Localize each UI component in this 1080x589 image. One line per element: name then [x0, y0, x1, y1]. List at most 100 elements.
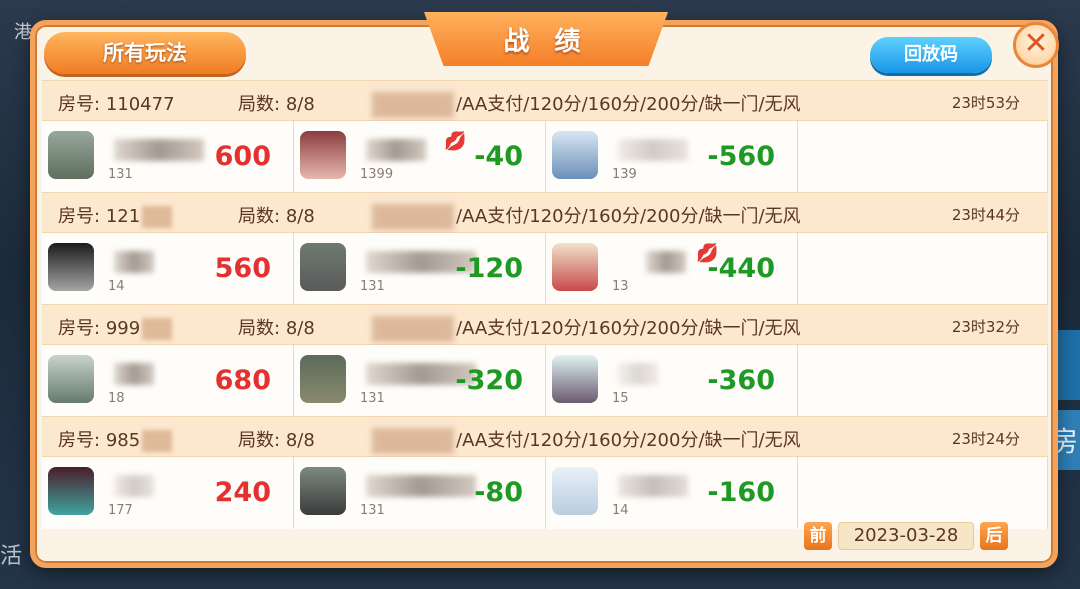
room-number: 房号: 999: [58, 314, 173, 340]
player-score: -320: [455, 365, 523, 396]
blurred-mode-name: [372, 92, 454, 118]
prev-date-button[interactable]: 前: [804, 522, 832, 550]
players-row: 131 600 💋 1399 -40 139 -560: [42, 120, 1048, 193]
player-card[interactable]: 15 -360: [546, 345, 798, 417]
player-id: 177: [108, 503, 133, 518]
blurred-mode-name: [372, 316, 454, 342]
players-row: 177 240 131 -80 14 -160: [42, 456, 1048, 529]
blurred-player-name: [114, 363, 154, 385]
player-score: -120: [455, 253, 523, 284]
avatar: [48, 355, 94, 403]
player-score: 600: [214, 141, 271, 172]
player-card[interactable]: 131 -120: [294, 233, 546, 305]
player-id: 18: [108, 391, 125, 406]
player-score: -360: [707, 365, 775, 396]
avatar: [300, 467, 346, 515]
blurred-room-digits: [142, 318, 173, 340]
blurred-player-name: [618, 363, 658, 385]
player-score: -440: [707, 253, 775, 284]
player-id: 131: [360, 503, 385, 518]
next-date-button[interactable]: 后: [980, 522, 1008, 550]
round-header: 房号: 110477 局数: 8/8 /AA支付/120分/160分/200分/…: [42, 80, 1048, 120]
avatar: [300, 355, 346, 403]
empty-seat: [798, 233, 1048, 305]
blurred-player-name: [114, 139, 204, 161]
player-card[interactable]: 18 680: [42, 345, 294, 417]
player-card[interactable]: 💋 13 -440: [546, 233, 798, 305]
round-time: 23时44分: [951, 206, 1020, 224]
round-header: 房号: 121 局数: 8/8 /AA支付/120分/160分/200分/缺一门…: [42, 192, 1048, 232]
blurred-player-name: [366, 475, 476, 497]
room-number: 房号: 985: [58, 426, 173, 452]
blurred-room-digits: [142, 430, 173, 452]
close-icon[interactable]: ✕: [1013, 22, 1059, 68]
rules-text: /AA支付/120分/160分/200分/缺一门/无风: [372, 202, 801, 230]
player-id: 1399: [360, 167, 394, 182]
player-score: -160: [707, 477, 775, 508]
avatar: [552, 131, 598, 179]
player-id: 13: [612, 279, 629, 294]
empty-seat: [798, 345, 1048, 417]
player-id: 15: [612, 391, 629, 406]
round-header: 房号: 999 局数: 8/8 /AA支付/120分/160分/200分/缺一门…: [42, 304, 1048, 344]
player-score: 680: [214, 365, 271, 396]
avatar: [48, 131, 94, 179]
player-card[interactable]: 131 -320: [294, 345, 546, 417]
avatar: [300, 243, 346, 291]
background-text-bottom: 活: [0, 544, 23, 569]
avatar: [552, 243, 598, 291]
games-count: 局数: 8/8: [238, 318, 315, 339]
round-time: 23时53分: [951, 94, 1020, 112]
blurred-player-name: [618, 139, 688, 161]
room-number: 房号: 110477: [58, 94, 175, 115]
blurred-player-name: [114, 251, 154, 273]
avatar: [552, 355, 598, 403]
empty-seat: [798, 121, 1048, 193]
blurred-player-name: [114, 475, 154, 497]
replay-code-button[interactable]: 回放码: [870, 37, 992, 73]
player-id: 14: [108, 279, 125, 294]
blurred-mode-name: [372, 204, 454, 230]
games-count: 局数: 8/8: [238, 206, 315, 227]
blurred-player-name: [618, 475, 688, 497]
players-row: 14 560 131 -120 💋 13 -440: [42, 232, 1048, 305]
player-score: -560: [707, 141, 775, 172]
avatar: [552, 467, 598, 515]
blurred-mode-name: [372, 428, 454, 454]
lips-icon: 💋: [444, 131, 467, 152]
round-time: 23时24分: [951, 430, 1020, 448]
date-pager: 前 2023-03-28 后: [804, 522, 1008, 550]
avatar: [300, 131, 346, 179]
player-score: -80: [474, 477, 523, 508]
player-id: 131: [360, 279, 385, 294]
empty-seat: [798, 457, 1048, 529]
player-card[interactable]: 131 600: [42, 121, 294, 193]
games-count: 局数: 8/8: [238, 430, 315, 451]
blurred-player-name: [366, 139, 426, 161]
player-card[interactable]: 💋 1399 -40: [294, 121, 546, 193]
room-number: 房号: 121: [58, 202, 173, 228]
player-id: 139: [612, 167, 637, 182]
date-display: 2023-03-28: [838, 522, 974, 550]
avatar: [48, 467, 94, 515]
blurred-player-name: [646, 251, 686, 273]
all-modes-button[interactable]: 所有玩法: [44, 32, 246, 74]
player-card[interactable]: 14 -160: [546, 457, 798, 529]
player-id: 14: [612, 503, 629, 518]
player-card[interactable]: 131 -80: [294, 457, 546, 529]
rules-text: /AA支付/120分/160分/200分/缺一门/无风: [372, 314, 801, 342]
avatar: [48, 243, 94, 291]
games-count: 局数: 8/8: [238, 94, 315, 115]
dialog-title: 战 绩: [424, 12, 668, 66]
player-card[interactable]: 14 560: [42, 233, 294, 305]
round-header: 房号: 985 局数: 8/8 /AA支付/120分/160分/200分/缺一门…: [42, 416, 1048, 456]
player-score: 240: [214, 477, 271, 508]
player-id: 131: [108, 167, 133, 182]
player-id: 131: [360, 391, 385, 406]
rules-text: /AA支付/120分/160分/200分/缺一门/无风: [372, 426, 801, 454]
players-row: 18 680 131 -320 15 -360: [42, 344, 1048, 417]
blurred-room-digits: [142, 206, 173, 228]
player-card[interactable]: 177 240: [42, 457, 294, 529]
player-score: -40: [474, 141, 523, 172]
player-card[interactable]: 139 -560: [546, 121, 798, 193]
